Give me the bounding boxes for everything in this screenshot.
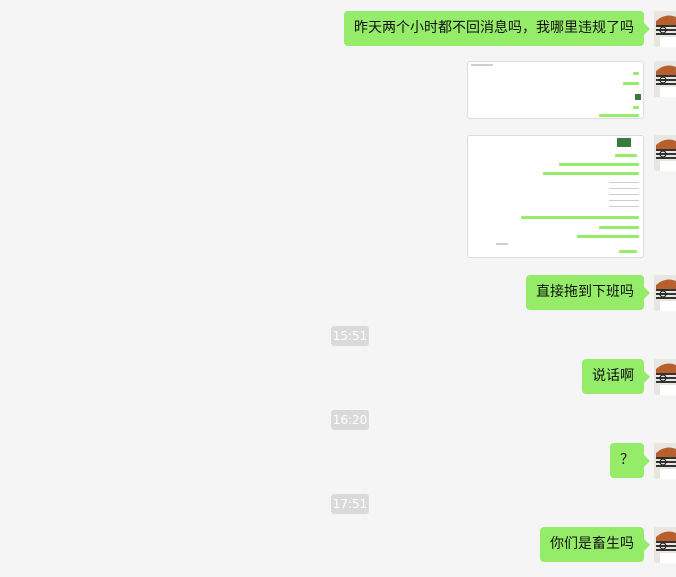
image-message[interactable] bbox=[467, 61, 644, 119]
avatar-icon bbox=[654, 135, 676, 171]
mini-bubble bbox=[559, 163, 639, 166]
mini-image bbox=[635, 94, 641, 100]
message-row bbox=[0, 61, 676, 119]
mini-bubble bbox=[599, 226, 639, 229]
image-message[interactable] bbox=[467, 135, 644, 258]
mini-bubble bbox=[577, 235, 639, 238]
mini-bubble bbox=[633, 72, 639, 75]
avatar-icon bbox=[654, 359, 676, 395]
mini-bubble bbox=[599, 114, 639, 117]
timestamp: 17:51 bbox=[331, 494, 369, 514]
message-row: 昨天两个小时都不回消息吗，我哪里违规了吗 bbox=[0, 11, 676, 47]
avatar-icon bbox=[654, 443, 676, 479]
mini-bubble bbox=[543, 172, 639, 175]
mini-text bbox=[609, 182, 639, 183]
message-row: 直接拖到下班吗 bbox=[0, 275, 676, 311]
message-row: 你们是畜生吗 bbox=[0, 527, 676, 563]
chat-bubble[interactable]: 说话啊 bbox=[582, 359, 650, 394]
avatar-icon bbox=[654, 275, 676, 311]
mini-text bbox=[609, 188, 639, 189]
message-row bbox=[0, 135, 676, 258]
mini-bubble bbox=[623, 82, 639, 85]
message-row: 说话啊 bbox=[0, 359, 676, 395]
avatar-icon bbox=[654, 61, 676, 97]
user-avatar[interactable] bbox=[654, 359, 676, 395]
avatar-icon bbox=[654, 11, 676, 47]
timestamp: 16:20 bbox=[331, 410, 369, 430]
chat-bubble[interactable]: 昨天两个小时都不回消息吗，我哪里违规了吗 bbox=[344, 11, 650, 46]
chat-bubble[interactable]: 你们是畜生吗 bbox=[540, 527, 650, 562]
mini-bubble bbox=[521, 216, 639, 219]
mini-text bbox=[609, 200, 639, 201]
user-avatar[interactable] bbox=[654, 11, 676, 47]
mini-bubble bbox=[633, 106, 639, 109]
user-avatar[interactable] bbox=[654, 443, 676, 479]
user-avatar[interactable] bbox=[654, 135, 676, 171]
mini-text bbox=[609, 206, 639, 207]
mini-bubble bbox=[615, 154, 637, 157]
user-avatar[interactable] bbox=[654, 527, 676, 563]
user-avatar[interactable] bbox=[654, 275, 676, 311]
user-avatar[interactable] bbox=[654, 61, 676, 97]
mini-text bbox=[609, 194, 639, 195]
mini-bubble bbox=[619, 250, 637, 253]
message-row: ？ bbox=[0, 443, 676, 479]
avatar-icon bbox=[654, 527, 676, 563]
chat-bubble[interactable]: 直接拖到下班吗 bbox=[526, 275, 650, 310]
mini-text bbox=[496, 243, 508, 245]
chat-bubble[interactable]: ？ bbox=[610, 443, 650, 478]
timestamp: 15:51 bbox=[331, 326, 369, 346]
mini-text bbox=[471, 64, 493, 66]
mini-image bbox=[617, 138, 631, 147]
